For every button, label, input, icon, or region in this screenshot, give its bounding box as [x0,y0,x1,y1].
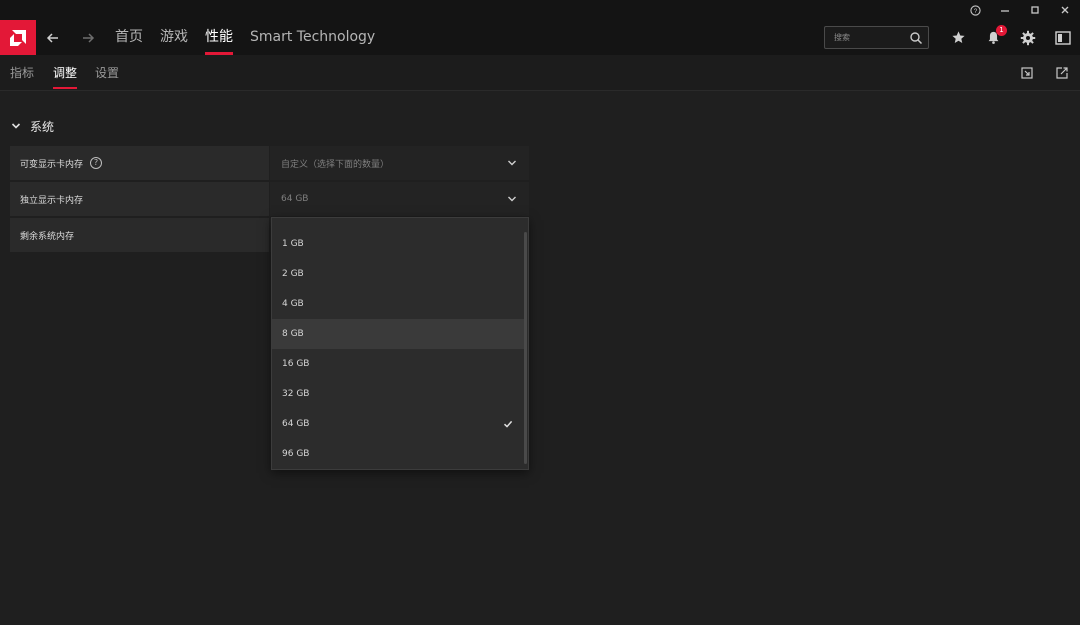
select-value: 64 GB [281,194,309,204]
arrow-right-icon[interactable] [73,20,103,55]
star-icon[interactable] [943,20,973,55]
import-icon[interactable] [1019,65,1035,81]
checkmark-icon [503,420,513,428]
setting-row-variable-graphics-memory: 可变显示卡内存 ? 自定义（选择下面的数量） [10,146,530,180]
chevron-down-icon [508,196,516,202]
option-label: 1 GB [282,239,304,249]
tab-metrics[interactable]: 指标 [10,55,34,91]
help-icon[interactable]: ? [90,157,103,169]
bell-icon[interactable]: 1 [978,20,1008,55]
tab-settings[interactable]: 设置 [95,55,119,91]
dropdown-option[interactable]: 2 GB [272,259,525,289]
option-label: 64 GB [282,419,310,429]
variable-graphics-memory-select[interactable]: 自定义（选择下面的数量） [270,146,529,180]
setting-label-text: 独立显示卡内存 [20,195,84,206]
chevron-down-icon[interactable] [11,121,21,131]
amd-logo-icon[interactable] [0,20,36,55]
setting-label-text: 可变显示卡内存 [20,159,84,170]
option-label: 32 GB [282,389,310,399]
dedicated-graphics-memory-select[interactable]: 64 GB [270,182,529,216]
dropdown-option[interactable]: 1 GB [272,229,525,259]
chevron-down-icon [508,160,516,166]
window-titlebar: ? [0,0,1080,20]
svg-text:?: ? [973,7,977,14]
tab-gaming[interactable]: 游戏 [160,20,188,55]
export-icon[interactable] [1054,65,1070,81]
option-label: 96 GB [282,449,310,459]
arrow-left-icon[interactable] [38,20,68,55]
dropdown-option[interactable]: 16 GB [272,349,525,379]
dropdown-option-hovered[interactable]: 8 GB [272,319,525,349]
memory-size-dropdown: 1 GB 2 GB 4 GB 8 GB 16 GB 32 GB 64 GB 96… [271,217,529,470]
option-label: 16 GB [282,359,310,369]
dropdown-option-selected[interactable]: 64 GB [272,409,525,439]
close-icon[interactable] [1050,0,1080,20]
dropdown-option[interactable]: 96 GB [272,439,525,469]
tab-tuning[interactable]: 调整 [53,55,78,91]
help-circle-icon[interactable]: ? [960,0,990,20]
gear-icon[interactable] [1013,20,1043,55]
sub-navigation: 指标 调整 设置 [0,55,1080,91]
setting-row-dedicated-graphics-memory: 独立显示卡内存 64 GB [10,182,530,216]
search-icon[interactable] [909,31,923,45]
setting-label: 独立显示卡内存 [10,182,269,216]
tab-performance[interactable]: 性能 [205,20,233,55]
setting-label: 剩余系统内存 [10,218,269,252]
minimize-icon[interactable] [990,0,1020,20]
dropdown-scrollbar[interactable] [524,232,527,464]
setting-label-text: 剩余系统内存 [20,231,75,242]
section-system-header[interactable]: 系统 [11,115,54,137]
maximize-icon[interactable] [1020,0,1050,20]
top-navigation: 首页 游戏 性能 Smart Technology 搜索 1 [0,20,1080,55]
option-label: 4 GB [282,299,304,309]
option-label: 2 GB [282,269,304,279]
tab-home[interactable]: 首页 [115,20,143,55]
tab-smart-technology[interactable]: Smart Technology [250,20,375,55]
notification-badge: 1 [996,25,1007,36]
search-input[interactable]: 搜索 [824,26,929,49]
dropdown-option[interactable]: 32 GB [272,379,525,409]
adrenalin-window: ? 首页 游戏 性能 Smart Technology 搜索 1 指标 调整 设… [0,0,1080,625]
section-title: 系统 [30,119,55,134]
select-value: 自定义（选择下面的数量） [281,159,390,170]
search-placeholder: 搜索 [834,33,850,42]
option-label: 8 GB [282,329,304,339]
sidebar-panel-icon[interactable] [1048,20,1078,55]
setting-label: 可变显示卡内存 ? [10,146,269,180]
dropdown-option[interactable]: 4 GB [272,289,525,319]
